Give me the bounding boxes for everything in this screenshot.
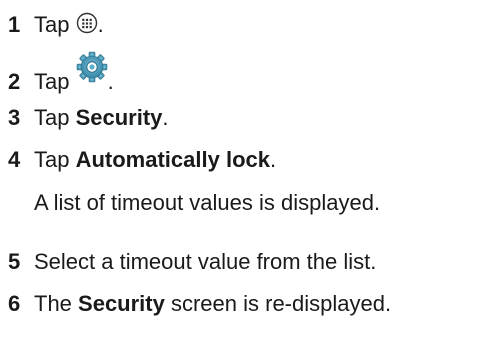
step-suffix: . <box>107 69 114 94</box>
step-number: 2 <box>8 69 21 94</box>
step-3: 3 Tap Security. <box>8 105 169 131</box>
step-5: 5 Select a timeout value from the list. <box>8 249 376 275</box>
step-suffix: . <box>269 147 277 172</box>
step-text: Tap <box>34 105 76 130</box>
apps-grid-icon <box>76 12 98 34</box>
step-number: 5 <box>8 249 21 274</box>
step-text: Tap <box>34 69 76 94</box>
ui-term-security: Security <box>75 105 163 130</box>
step-number: 4 <box>8 147 21 172</box>
settings-gear-icon <box>76 51 108 83</box>
step-1: 1 Tap . <box>8 10 104 38</box>
step-text: The <box>34 291 79 316</box>
step-suffix: . <box>162 105 169 130</box>
step-suffix: screen is re-displayed. <box>164 291 392 316</box>
step-6: 6 The Security screen is re-displayed. <box>8 291 391 317</box>
step-text: Tap <box>34 12 76 37</box>
step-4: 4 Tap Automatically lock. <box>8 147 276 173</box>
step-4-result-note: A list of timeout values is displayed. <box>34 190 381 215</box>
step-2: 2 Tap . <box>8 51 114 95</box>
step-number: 1 <box>8 12 21 37</box>
step-number: 6 <box>8 291 21 316</box>
ui-term-automatically-lock: Automatically lock <box>75 147 270 172</box>
ui-term-security: Security <box>78 291 165 316</box>
step-text: Tap <box>34 147 76 172</box>
step-suffix: . <box>97 12 104 37</box>
step-number: 3 <box>8 105 21 130</box>
step-text: Select a timeout value from the list. <box>34 249 377 274</box>
